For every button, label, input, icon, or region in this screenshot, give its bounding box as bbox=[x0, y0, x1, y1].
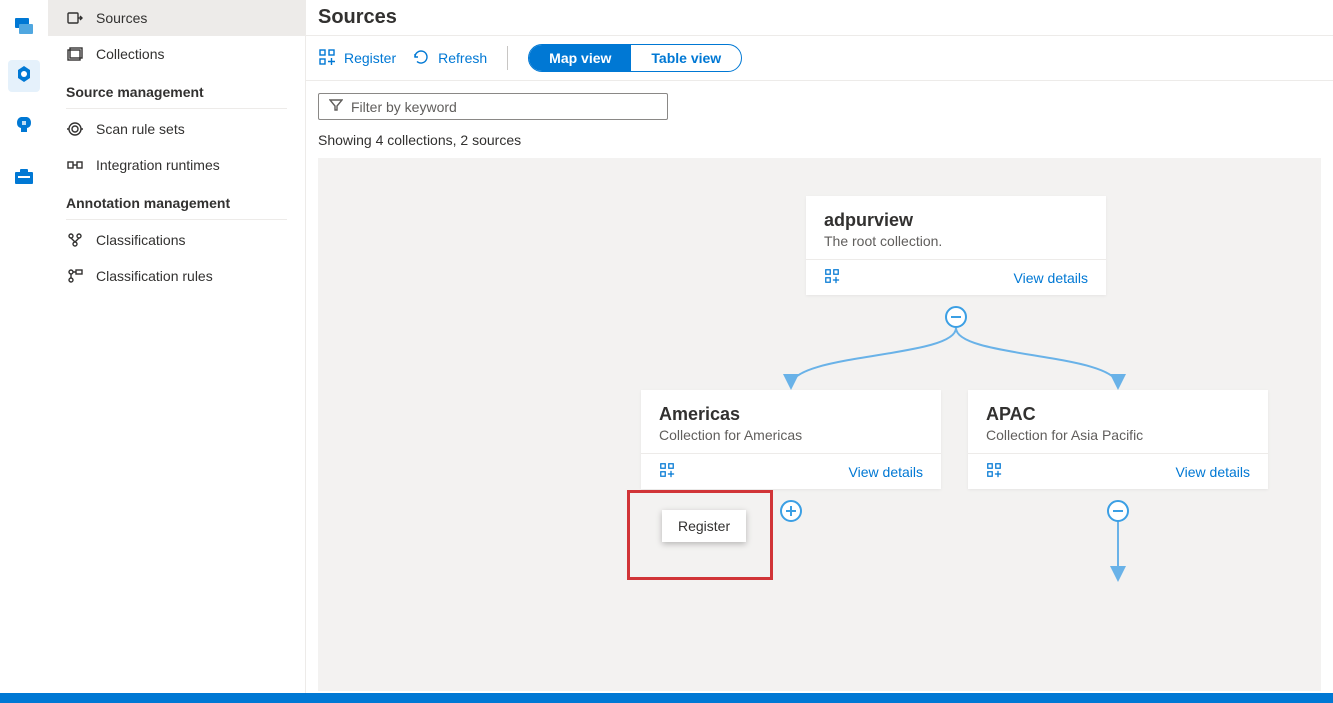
card-apac[interactable]: APAC Collection for Asia Pacific View de… bbox=[968, 390, 1268, 489]
register-tooltip: Register bbox=[662, 510, 746, 542]
view-details-link[interactable]: View details bbox=[1176, 464, 1250, 480]
sources-icon bbox=[66, 9, 84, 27]
card-root[interactable]: adpurview The root collection. View deta… bbox=[806, 196, 1106, 295]
classifications-icon bbox=[66, 231, 84, 249]
map-view-tab[interactable]: Map view bbox=[529, 45, 631, 71]
sidebar-label: Scan rule sets bbox=[96, 121, 185, 137]
toolbar-divider bbox=[507, 46, 508, 70]
collapse-toggle-root[interactable] bbox=[945, 306, 967, 328]
sidebar-label: Sources bbox=[96, 10, 147, 26]
filter-box[interactable] bbox=[318, 93, 668, 120]
table-view-tab[interactable]: Table view bbox=[631, 45, 741, 71]
bottom-bar bbox=[0, 693, 1333, 703]
card-title: adpurview bbox=[824, 210, 1088, 231]
integration-runtimes-icon bbox=[66, 156, 84, 174]
card-title: Americas bbox=[659, 404, 923, 425]
register-grid-icon[interactable] bbox=[659, 462, 675, 481]
sidebar-label: Classifications bbox=[96, 232, 185, 248]
scan-rule-sets-icon bbox=[66, 120, 84, 138]
sidebar-item-collections[interactable]: Collections bbox=[48, 36, 305, 72]
sidebar-heading-source-mgmt: Source management bbox=[48, 72, 305, 106]
sidebar-label: Classification rules bbox=[96, 268, 213, 284]
rail-data-icon[interactable] bbox=[8, 10, 40, 42]
page-title: Sources bbox=[306, 0, 1333, 35]
register-grid-icon[interactable] bbox=[986, 462, 1002, 481]
classification-rules-icon bbox=[66, 267, 84, 285]
refresh-icon bbox=[412, 48, 430, 69]
map-canvas[interactable]: adpurview The root collection. View deta… bbox=[318, 158, 1321, 691]
sidebar-item-sources[interactable]: Sources bbox=[48, 0, 305, 36]
refresh-button[interactable]: Refresh bbox=[412, 48, 487, 69]
divider bbox=[66, 108, 287, 109]
expand-toggle-americas[interactable] bbox=[780, 500, 802, 522]
register-grid-icon[interactable] bbox=[824, 268, 840, 287]
view-toggle: Map view Table view bbox=[528, 44, 742, 72]
filter-input[interactable] bbox=[351, 99, 657, 115]
collections-icon bbox=[66, 45, 84, 63]
icon-rail bbox=[0, 0, 48, 703]
sidebar: Sources Collections Source management Sc… bbox=[48, 0, 306, 703]
toolbar: Register Refresh Map view Table view bbox=[306, 35, 1333, 81]
main: Sources Register Refresh Map view Table … bbox=[306, 0, 1333, 703]
sidebar-item-scan-rule-sets[interactable]: Scan rule sets bbox=[48, 111, 305, 147]
rail-map-icon[interactable] bbox=[8, 60, 40, 92]
register-label: Register bbox=[344, 50, 396, 66]
sidebar-label: Collections bbox=[96, 46, 164, 62]
refresh-label: Refresh bbox=[438, 50, 487, 66]
filter-icon bbox=[329, 98, 343, 115]
card-title: APAC bbox=[986, 404, 1250, 425]
card-desc: Collection for Americas bbox=[659, 427, 923, 443]
card-americas[interactable]: Americas Collection for Americas View de… bbox=[641, 390, 941, 489]
sidebar-label: Integration runtimes bbox=[96, 157, 220, 173]
view-details-link[interactable]: View details bbox=[849, 464, 923, 480]
summary-text: Showing 4 collections, 2 sources bbox=[306, 128, 1333, 158]
sidebar-item-integration-runtimes[interactable]: Integration runtimes bbox=[48, 147, 305, 183]
rail-management-icon[interactable] bbox=[8, 160, 40, 192]
register-button[interactable]: Register bbox=[318, 48, 396, 69]
register-icon bbox=[318, 48, 336, 69]
rail-insights-icon[interactable] bbox=[8, 110, 40, 142]
sidebar-item-classifications[interactable]: Classifications bbox=[48, 222, 305, 258]
divider bbox=[66, 219, 287, 220]
card-desc: Collection for Asia Pacific bbox=[986, 427, 1250, 443]
view-details-link[interactable]: View details bbox=[1014, 270, 1088, 286]
card-desc: The root collection. bbox=[824, 233, 1088, 249]
sidebar-item-classification-rules[interactable]: Classification rules bbox=[48, 258, 305, 294]
collapse-toggle-apac[interactable] bbox=[1107, 500, 1129, 522]
sidebar-heading-anno-mgmt: Annotation management bbox=[48, 183, 305, 217]
